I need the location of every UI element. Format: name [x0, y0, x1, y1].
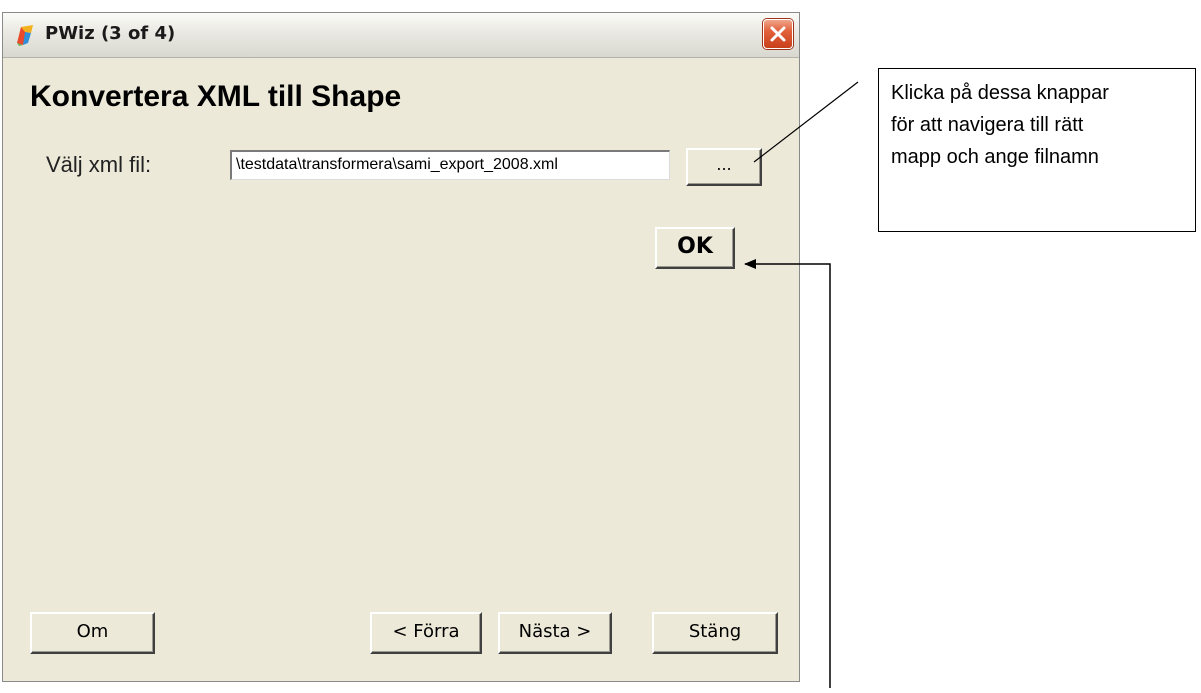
previous-button[interactable]: < Förra — [370, 612, 482, 654]
close-wizard-button[interactable]: Stäng — [652, 612, 778, 654]
annotation-callout: Klicka på dessa knappar för att navigera… — [878, 68, 1196, 232]
window-close-button[interactable] — [763, 19, 793, 49]
page-heading: Konvertera XML till Shape — [30, 80, 402, 113]
pwiz-app-icon — [13, 23, 37, 47]
window-title: PWiz (3 of 4) — [45, 23, 176, 44]
callout-line: Klicka på dessa knappar — [891, 82, 1109, 104]
browse-button[interactable]: ... — [686, 148, 762, 186]
callout-line: för att navigera till rätt — [891, 114, 1084, 136]
ok-button[interactable]: OK — [655, 227, 735, 269]
page: PWiz (3 of 4) Konvertera XML till Shape … — [0, 0, 1201, 693]
about-button[interactable]: Om — [30, 612, 155, 654]
close-x-icon — [770, 26, 786, 42]
title-bar[interactable]: PWiz (3 of 4) — [3, 13, 799, 58]
next-button[interactable]: Nästa > — [498, 612, 612, 654]
callout-line: mapp och ange filnamn — [891, 146, 1099, 168]
xml-path-input[interactable]: \testdata\transformera\sami_export_2008.… — [230, 150, 670, 180]
xml-file-label: Välj xml fil: — [46, 152, 152, 177]
